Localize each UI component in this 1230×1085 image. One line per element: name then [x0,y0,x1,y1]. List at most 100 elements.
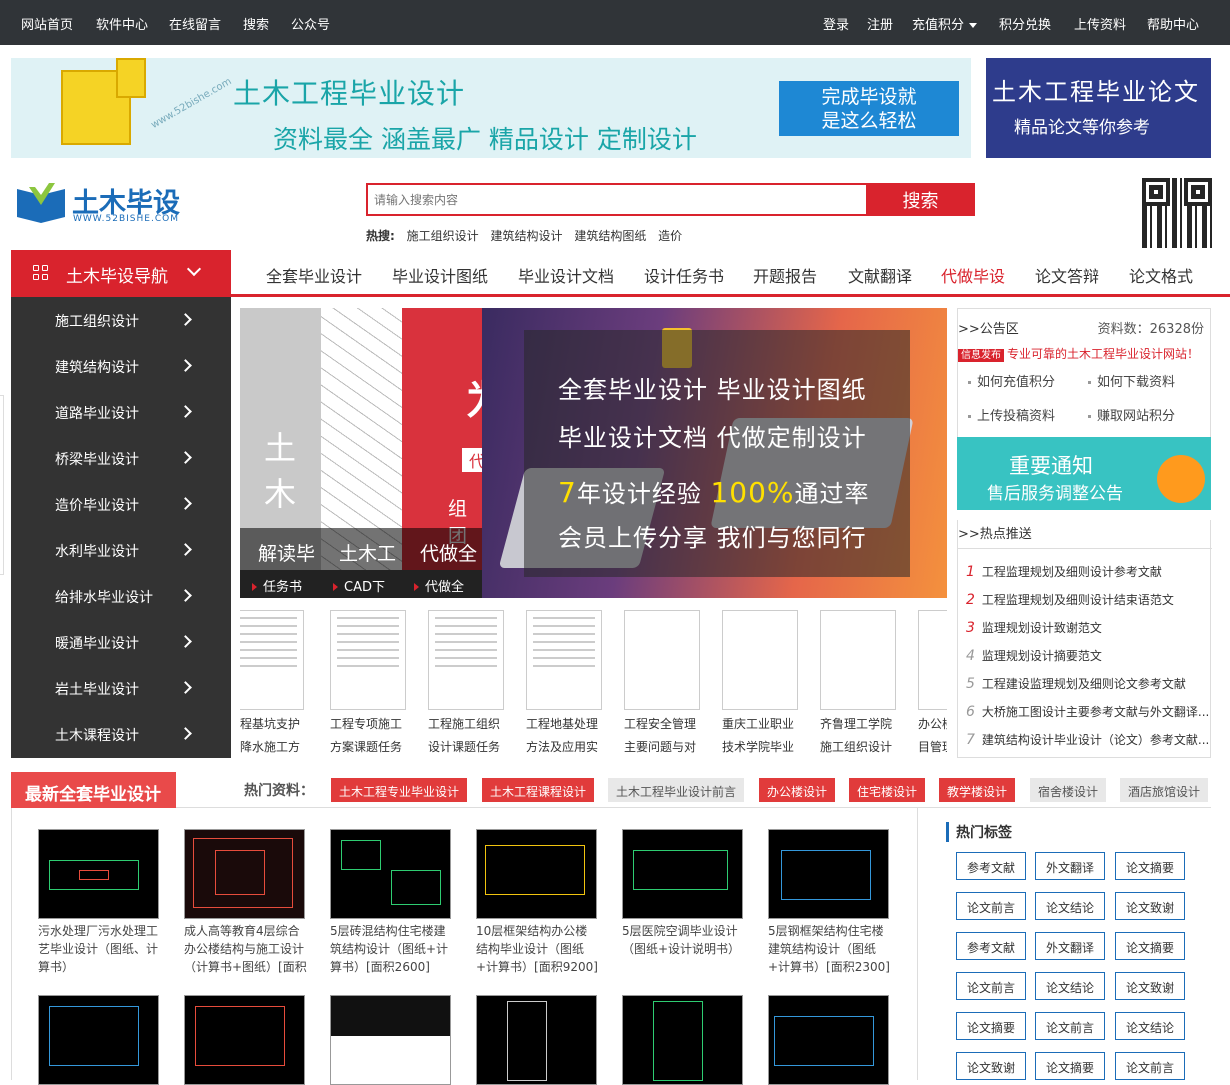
sidebar-item[interactable]: 暖通毕业设计 [11,619,231,665]
hot-tag[interactable]: 酒店旅馆设计 [1120,778,1209,802]
hot-tag[interactable]: 教学楼设计 [939,778,1016,802]
slider-pane[interactable]: 土木工 CAD下 [321,308,402,598]
sidebar-item[interactable]: 道路毕业设计 [11,389,231,435]
nav-item[interactable]: 论文格式 [1129,263,1193,287]
tag-button[interactable]: 论文结论 [1035,972,1105,1000]
hot-push-item[interactable]: 3 监理规划设计致谢范文 [966,619,1210,636]
search-input[interactable] [366,183,866,216]
slider-main-pane[interactable]: 全套毕业设计 毕业设计图纸 毕业设计文档 代做定制设计 7年设计经验 100%通… [482,308,947,598]
info-text[interactable]: 专业可靠的土木工程毕业设计网站！ [1007,347,1199,361]
tag-button[interactable]: 论文致谢 [956,1052,1026,1080]
notice-link[interactable]: 如何充值积分 [968,371,1055,390]
design-card[interactable] [476,995,601,1085]
tag-button[interactable]: 论文前言 [1115,1052,1185,1080]
doc-thumbnail[interactable]: 工程专项施工 方案课题任务 [330,610,410,756]
tag-button[interactable]: 论文前言 [956,892,1026,920]
design-card[interactable]: 10层框架结构办公楼 结构毕业设计（图纸 +计算书）[面积9200] [476,829,601,976]
doc-thumbnail[interactable]: 工程施工组织 设计课题任务 [428,610,508,756]
sidebar-item[interactable]: 土木课程设计 [11,711,231,757]
tag-button[interactable]: 论文前言 [956,972,1026,1000]
hot-push-item[interactable]: 2 工程监理规划及细则设计结束语范文 [966,591,1210,608]
sidebar-item[interactable]: 岩土毕业设计 [11,665,231,711]
notice-link[interactable]: 如何下载资料 [1088,371,1175,390]
nav-home-link[interactable]: 网站首页 [21,14,73,33]
hot-tag[interactable]: 土木工程专业毕业设计 [331,778,468,802]
hot-term[interactable]: 造价 [658,229,682,243]
nav-message-link[interactable]: 在线留言 [169,14,221,33]
tag-button[interactable]: 论文摘要 [956,1012,1026,1040]
tag-button[interactable]: 论文结论 [1035,892,1105,920]
nav-software-link[interactable]: 软件中心 [96,14,148,33]
doc-thumbnail[interactable]: 办公楼目管理 [918,610,947,756]
search-button[interactable]: 搜索 [866,183,975,216]
sidebar-item[interactable]: 造价毕业设计 [11,481,231,527]
hot-tag[interactable]: 办公楼设计 [759,778,836,802]
nav-item[interactable]: 开题报告 [753,263,817,287]
nav-wechat-link[interactable]: 公众号 [291,14,330,33]
doc-thumbnail[interactable]: 齐鲁理工学院 施工组织设计 [820,610,900,756]
nav-item-active[interactable]: 代做毕设 [941,263,1005,287]
tag-button[interactable]: 外文翻译 [1035,852,1105,880]
top-banner-ad[interactable]: www.52bishe.com 土木工程毕业设计 资料最全 涵盖最广 精品设计 … [11,58,971,158]
design-card[interactable]: 成人高等教育4层综合 办公楼结构与施工设计 （计算书+图纸）[面积 [184,829,309,976]
design-card[interactable]: 5层医院空调毕业设计 （图纸+设计说明书） [622,829,747,958]
register-link[interactable]: 注册 [867,14,893,33]
doc-thumbnail[interactable]: 工程基坑支护与降水施工方 [240,610,308,756]
design-card[interactable] [622,995,747,1085]
nav-item[interactable]: 文献翻译 [848,263,912,287]
tag-button[interactable]: 外文翻译 [1035,932,1105,960]
right-banner-ad[interactable]: 土木工程毕业论文 精品论文等你参考 [986,58,1211,158]
upload-link[interactable]: 上传资料 [1074,14,1126,33]
tag-button[interactable]: 论文结论 [1115,1012,1185,1040]
notice-ad-banner[interactable]: 重要通知 售后服务调整公告 [957,437,1211,510]
nav-item[interactable]: 论文答辩 [1035,263,1099,287]
nav-item[interactable]: 毕业设计图纸 [392,263,488,287]
design-card[interactable] [330,995,455,1085]
sidebar-item[interactable]: 建筑结构设计 [11,343,231,389]
doc-thumbnail[interactable]: 重庆工业职业 技术学院毕业 [722,610,802,756]
design-card[interactable] [184,995,309,1085]
sidebar-item[interactable]: 施工组织设计 [11,297,231,343]
design-card[interactable]: 5层砖混结构住宅楼建 筑结构设计（图纸+计 算书）[面积2600] [330,829,455,976]
hot-term[interactable]: 施工组织设计 [407,229,479,243]
sidebar-item[interactable]: 水利毕业设计 [11,527,231,573]
nav-item[interactable]: 全套毕业设计 [266,263,362,287]
help-link[interactable]: 帮助中心 [1147,14,1199,33]
hot-push-item[interactable]: 4 监理规划设计摘要范文 [966,647,1210,664]
slider-pane[interactable]: 土木 解读毕 任务书 [240,308,321,598]
hot-term[interactable]: 建筑结构图纸 [574,229,646,243]
tag-button[interactable]: 论文致谢 [1115,972,1185,1000]
design-card[interactable]: 污水处理厂污水处理工 艺毕业设计（图纸、计 算书） [38,829,163,976]
hot-push-item[interactable]: 6 大桥施工图设计主要参考文献与外文翻译... [966,703,1210,720]
hot-tag[interactable]: 土木工程毕业设计前言 [608,778,745,802]
points-exchange-link[interactable]: 积分兑换 [999,14,1051,33]
design-card[interactable] [768,995,893,1085]
nav-search-link[interactable]: 搜索 [243,14,269,33]
design-card[interactable] [38,995,163,1085]
hot-tag[interactable]: 土木工程课程设计 [482,778,595,802]
banner-cta-button[interactable]: 完成毕设就 是这么轻松 [779,81,959,136]
nav-item[interactable]: 毕业设计文档 [518,263,614,287]
tag-button[interactable]: 参考文献 [956,932,1026,960]
hot-push-item[interactable]: 1 工程监理规划及细则设计参考文献 [966,563,1210,580]
design-card[interactable]: 5层钢框架结构住宅楼 建筑结构设计（图纸 +计算书）[面积2300] [768,829,893,976]
hot-push-item[interactable]: 5 工程建设监理规划及细则论文参考文献 [966,675,1210,692]
tag-button[interactable]: 论文前言 [1035,1012,1105,1040]
recharge-dropdown[interactable]: 充值积分 [912,14,978,33]
image-slider[interactable]: 土木 解读毕 任务书 土木工 CAD下 为 代 组团 代做全 代做全 全套毕业设… [240,308,947,598]
doc-thumbnail[interactable]: 工程安全管理 主要问题与对 [624,610,704,756]
nav-item[interactable]: 设计任务书 [644,263,724,287]
hot-tag[interactable]: 宿舍楼设计 [1030,778,1107,802]
sidebar-item[interactable]: 桥梁毕业设计 [11,435,231,481]
doc-thumbnail[interactable]: 工程地基处理 方法及应用实 [526,610,606,756]
category-nav-button[interactable]: 土木毕设导航 [11,250,231,297]
tag-button[interactable]: 论文摘要 [1115,852,1185,880]
notice-link[interactable]: 上传投稿资料 [968,405,1055,424]
notice-link[interactable]: 赚取网站积分 [1088,405,1175,424]
tag-button[interactable]: 参考文献 [956,852,1026,880]
hot-term[interactable]: 建筑结构设计 [490,229,562,243]
tag-button[interactable]: 论文致谢 [1115,892,1185,920]
tag-button[interactable]: 论文摘要 [1035,1052,1105,1080]
sidebar-item[interactable]: 给排水毕业设计 [11,573,231,619]
site-logo[interactable]: 土木毕设 WWW.52BISHE.COM [15,181,205,226]
